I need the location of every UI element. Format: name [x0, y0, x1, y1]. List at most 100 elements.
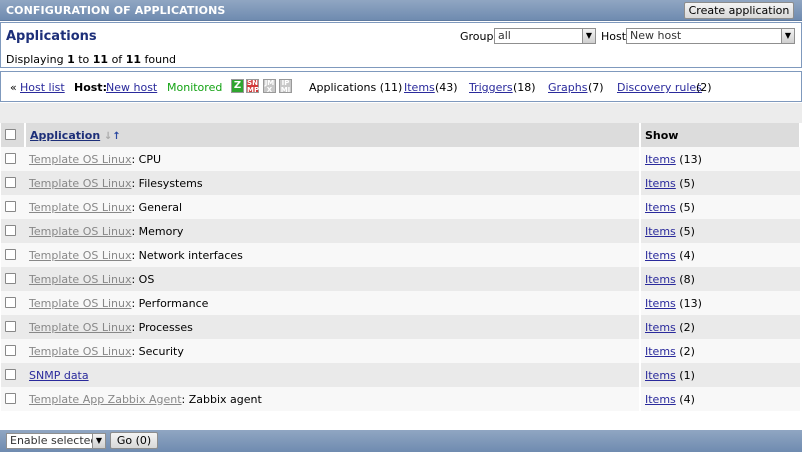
application-cell: Template App Zabbix Agent: Zabbix agent — [25, 387, 640, 411]
table-row: Template OS Linux: Performance Items (13) — [1, 291, 800, 315]
items-link[interactable]: Items — [645, 177, 676, 190]
chevron-down-icon: ▼ — [582, 29, 595, 43]
show-cell: Items (4) — [639, 243, 800, 267]
template-link[interactable]: Template OS Linux — [29, 225, 131, 238]
row-checkbox[interactable] — [5, 176, 16, 188]
application-name: Network interfaces — [138, 248, 243, 262]
host-list-link[interactable]: Host list — [20, 81, 65, 94]
template-separator: : — [131, 176, 139, 190]
mass-action-select[interactable]: Enable selected ▼ — [6, 433, 106, 449]
template-link[interactable]: Template OS Linux — [29, 177, 131, 190]
spacer — [0, 103, 802, 123]
items-link[interactable]: Items — [645, 297, 676, 310]
chevron-down-icon: ▼ — [92, 434, 105, 448]
application-name: Security — [138, 344, 184, 358]
template-link[interactable]: Template OS Linux — [29, 321, 131, 334]
items-link[interactable]: Items — [645, 393, 676, 406]
graphs-link[interactable]: Graphs — [548, 81, 587, 94]
items-link[interactable]: Items — [645, 201, 676, 214]
application-cell: Template OS Linux: Filesystems — [25, 171, 640, 195]
show-cell: Items (2) — [639, 315, 800, 339]
table-row: Template OS Linux: CPU Items (13) — [1, 147, 800, 171]
items-link[interactable]: Items — [645, 369, 676, 382]
triggers-count: (18) — [513, 81, 536, 94]
select-all-header — [1, 123, 26, 147]
host-name-link[interactable]: New host — [106, 81, 157, 94]
host-status[interactable]: Monitored — [167, 81, 222, 94]
template-link[interactable]: Template App Zabbix Agent — [29, 393, 182, 406]
items-link[interactable]: Items — [645, 345, 676, 358]
row-checkbox[interactable] — [5, 392, 16, 404]
triggers-link[interactable]: Triggers — [469, 81, 513, 94]
table-row: Template OS Linux: Network interfaces Ite… — [1, 243, 800, 267]
row-checkbox[interactable] — [5, 344, 16, 356]
items-link[interactable]: Items — [645, 321, 676, 334]
template-separator: : — [131, 320, 139, 334]
template-link[interactable]: Template OS Linux — [29, 297, 131, 310]
application-name: CPU — [138, 152, 162, 166]
items-link[interactable]: Items — [645, 225, 676, 238]
row-checkbox-cell — [1, 291, 25, 315]
table-row: Template OS Linux: Processes Items (2) — [1, 315, 800, 339]
table-header-row: Application ↓↑ Show — [1, 123, 801, 147]
go-button[interactable]: Go (0) — [110, 432, 158, 449]
application-name: Zabbix agent — [188, 392, 262, 406]
show-cell: Items (8) — [639, 267, 800, 291]
show-cell: Items (5) — [639, 219, 800, 243]
row-checkbox-cell — [1, 267, 25, 291]
application-name: Memory — [138, 224, 184, 238]
template-link[interactable]: Template OS Linux — [29, 201, 131, 214]
group-select[interactable]: all ▼ — [494, 28, 596, 44]
row-checkbox-cell — [1, 147, 25, 171]
show-cell: Items (5) — [639, 195, 800, 219]
ipmi-availability-icon: IP MI — [279, 79, 292, 94]
row-checkbox-cell — [1, 171, 25, 195]
application-cell: Template OS Linux: Network interfaces — [25, 243, 640, 267]
table-row: Template OS Linux: OS Items (8) — [1, 267, 800, 291]
create-application-button[interactable]: Create application — [684, 2, 794, 19]
row-checkbox[interactable] — [5, 200, 16, 212]
items-count: (1) — [679, 368, 695, 382]
row-checkbox[interactable] — [5, 368, 16, 380]
show-cell: Items (1) — [639, 363, 800, 387]
row-checkbox[interactable] — [5, 152, 16, 164]
application-cell: Template OS Linux: General — [25, 195, 640, 219]
application-name: Filesystems — [138, 176, 203, 190]
group-label: Group — [460, 30, 494, 43]
items-link[interactable]: Items — [645, 273, 676, 286]
application-cell: Template OS Linux: OS — [25, 267, 640, 291]
host-navigation-bar: « Host list Host: New host Monitored Z S… — [0, 71, 802, 102]
discovery-rules-link[interactable]: Discovery rules — [617, 81, 702, 94]
application-column-header[interactable]: Application ↓↑ — [25, 123, 641, 147]
show-cell: Items (5) — [639, 171, 800, 195]
application-name-link[interactable]: SNMP data — [29, 369, 89, 382]
zabbix-availability-icon: Z — [231, 79, 244, 93]
template-link[interactable]: Template OS Linux — [29, 345, 131, 358]
template-link[interactable]: Template OS Linux — [29, 153, 131, 166]
items-count: (8) — [679, 272, 695, 286]
items-count: (13) — [679, 296, 702, 310]
template-separator: : — [131, 248, 139, 262]
application-cell: SNMP data — [25, 363, 640, 387]
row-checkbox[interactable] — [5, 296, 16, 308]
template-separator: : — [131, 152, 139, 166]
items-count: (2) — [679, 320, 695, 334]
template-separator: : — [131, 200, 139, 214]
select-all-checkbox[interactable] — [5, 128, 16, 140]
row-checkbox[interactable] — [5, 272, 16, 284]
row-checkbox-cell — [1, 315, 25, 339]
template-link[interactable]: Template OS Linux — [29, 249, 131, 262]
displaying-total: 11 — [125, 53, 141, 66]
page-title: CONFIGURATION OF APPLICATIONS — [6, 4, 226, 17]
items-link[interactable]: Items — [645, 153, 676, 166]
template-link[interactable]: Template OS Linux — [29, 273, 131, 286]
host-select[interactable]: New host ▼ — [626, 28, 795, 44]
items-link[interactable]: Items — [404, 81, 435, 94]
items-count: (13) — [679, 152, 702, 166]
application-sort-link[interactable]: Application — [30, 129, 100, 142]
application-name: General — [138, 200, 183, 214]
items-link[interactable]: Items — [645, 249, 676, 262]
row-checkbox[interactable] — [5, 320, 16, 332]
row-checkbox[interactable] — [5, 248, 16, 260]
row-checkbox[interactable] — [5, 224, 16, 236]
